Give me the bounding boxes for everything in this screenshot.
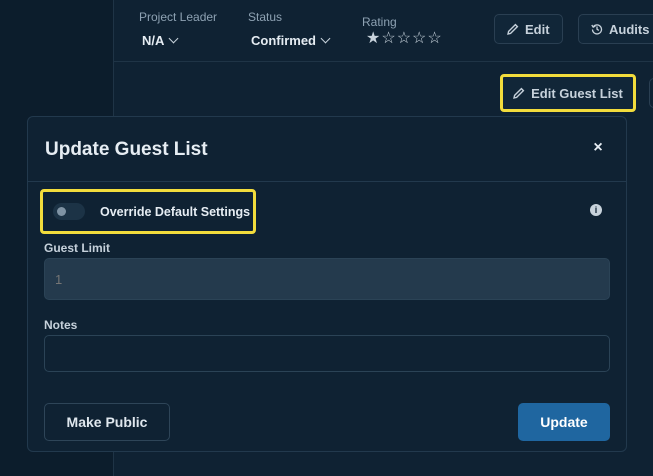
update-button[interactable]: Update: [518, 403, 610, 441]
rating-stars[interactable]: ★ ☆ ☆ ☆ ☆: [366, 31, 442, 47]
edit-guest-list-button[interactable]: Edit Guest List: [500, 74, 636, 112]
modal-divider: [28, 181, 626, 182]
chevron-down-icon: [320, 33, 331, 44]
star-empty-icon[interactable]: ☆: [412, 31, 426, 47]
edit-guest-list-label: Edit Guest List: [531, 85, 623, 101]
audits-button[interactable]: Audits: [578, 14, 653, 44]
star-empty-icon[interactable]: ☆: [381, 31, 395, 47]
pencil-icon: [507, 23, 519, 35]
star-filled-icon[interactable]: ★: [366, 31, 380, 47]
guest-limit-input[interactable]: [44, 258, 610, 300]
status-dropdown[interactable]: Confirmed: [251, 33, 331, 48]
header-divider: [113, 61, 653, 62]
toggle-knob: [57, 207, 66, 216]
update-guest-list-modal: Update Guest List × Override Default Set…: [27, 116, 627, 452]
star-empty-icon[interactable]: ☆: [397, 31, 411, 47]
guest-limit-label: Guest Limit: [44, 241, 111, 255]
modal-title: Update Guest List: [45, 139, 208, 160]
chevron-down-icon: [168, 33, 179, 44]
project-leader-value: N/A: [142, 33, 165, 48]
audits-label: Audits: [609, 21, 650, 37]
override-toggle[interactable]: [53, 203, 85, 220]
edit-button[interactable]: Edit: [494, 14, 563, 44]
star-empty-icon[interactable]: ☆: [427, 31, 441, 47]
override-label: Override Default Settings: [100, 204, 251, 219]
status-label: Status: [248, 10, 283, 24]
rating-label: Rating: [362, 15, 397, 29]
make-public-button[interactable]: Make Public: [44, 403, 170, 441]
edit-label: Edit: [525, 21, 550, 37]
close-icon[interactable]: ×: [588, 139, 608, 159]
status-value: Confirmed: [251, 33, 316, 48]
pencil-icon: [513, 87, 525, 99]
project-leader-dropdown[interactable]: N/A: [142, 33, 179, 48]
notes-label: Notes: [44, 318, 78, 332]
info-icon[interactable]: i: [590, 204, 602, 216]
more-button-edge[interactable]: [649, 78, 653, 108]
history-icon: [591, 24, 603, 35]
project-leader-label: Project Leader: [139, 10, 218, 24]
notes-input[interactable]: [44, 335, 610, 372]
override-default-settings[interactable]: Override Default Settings: [40, 189, 256, 234]
